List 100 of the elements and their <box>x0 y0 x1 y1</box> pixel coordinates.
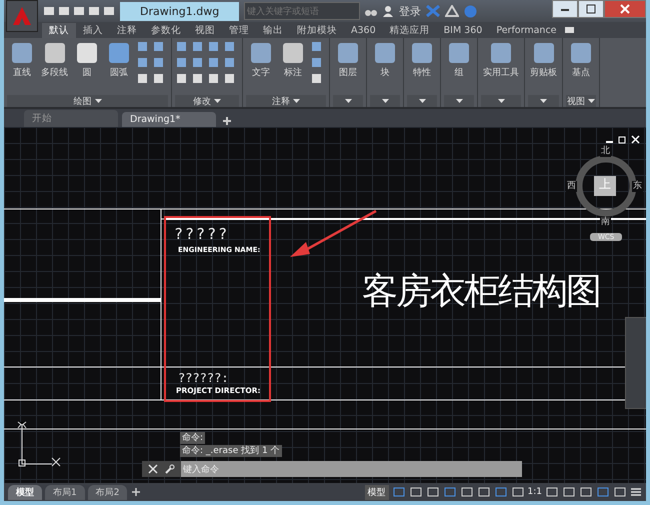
status-toggle-icon[interactable] <box>476 486 491 498</box>
status-toggle-icon[interactable] <box>579 486 593 498</box>
status-toggle-icon[interactable] <box>494 486 508 498</box>
toolbar-icon[interactable] <box>58 5 70 17</box>
close-button[interactable] <box>604 0 646 18</box>
new-tab-icon[interactable] <box>220 115 234 127</box>
ribbon-tab[interactable]: BIM 360 <box>436 24 490 36</box>
ribbon-tool-button[interactable]: 圆 <box>72 40 102 79</box>
tool-icon[interactable] <box>136 56 149 69</box>
ribbon-tab[interactable]: Performance <box>489 24 564 36</box>
ribbon-tool-button[interactable]: 文字 <box>246 40 276 79</box>
user-icon[interactable] <box>382 5 394 17</box>
ribbon-tab[interactable]: 注释 <box>110 22 144 38</box>
status-toggle-icon[interactable] <box>562 486 576 498</box>
ribbon-tab[interactable]: 默认 <box>42 22 76 38</box>
ribbon-tool-button[interactable]: 图层 <box>333 40 363 79</box>
panel-title-button[interactable] <box>407 95 437 107</box>
tool-icon[interactable] <box>310 56 323 69</box>
restore-icon[interactable] <box>618 135 627 144</box>
application-menu-button[interactable] <box>6 0 38 32</box>
status-toggle-icon[interactable] <box>596 486 610 498</box>
tool-icon[interactable] <box>152 72 165 85</box>
ribbon-tool-button[interactable]: 标注 <box>278 40 308 79</box>
compass-label[interactable]: 东 <box>632 181 643 192</box>
compass-label[interactable]: 南 <box>600 217 611 228</box>
status-toggle-icon[interactable] <box>426 486 440 498</box>
tool-icon[interactable] <box>223 56 236 69</box>
login-link[interactable]: 登录 <box>399 4 422 18</box>
tool-icon[interactable] <box>191 72 204 85</box>
ribbon-tab[interactable]: 视图 <box>188 22 222 38</box>
compass-label[interactable]: 北 <box>600 146 611 157</box>
ribbon-tool-button[interactable]: 圆弧 <box>104 40 134 79</box>
panel-title-button[interactable] <box>370 95 400 107</box>
toolbar-icon[interactable] <box>103 5 115 17</box>
ribbon-tool-button[interactable]: 基点 <box>566 40 596 79</box>
add-layout-icon[interactable] <box>130 486 142 498</box>
annotation-scale-button[interactable]: 1:1 <box>528 487 542 497</box>
tool-icon[interactable] <box>207 72 220 85</box>
tool-icon[interactable] <box>310 40 323 53</box>
ribbon-tool-button[interactable]: 直线 <box>7 40 37 79</box>
toolbar-icon[interactable] <box>73 5 85 17</box>
ribbon-tab[interactable]: A360 <box>344 24 383 36</box>
ribbon-tab[interactable]: 精选应用 <box>382 22 437 38</box>
layout-tab[interactable]: 模型 <box>8 484 42 500</box>
tool-icon[interactable] <box>191 56 204 69</box>
toolbar-icon[interactable] <box>88 5 100 17</box>
tool-icon[interactable] <box>223 40 236 53</box>
panel-title-button[interactable] <box>444 95 474 107</box>
status-toggle-icon[interactable] <box>442 486 457 498</box>
maximize-button[interactable] <box>578 0 604 18</box>
toolbar-icon[interactable] <box>43 5 55 17</box>
panel-title-button[interactable] <box>333 95 363 107</box>
menu-icon[interactable] <box>630 486 642 498</box>
status-toggle-icon[interactable] <box>510 486 525 498</box>
panel-title-button[interactable] <box>528 95 559 107</box>
status-toggle-icon[interactable] <box>613 486 627 498</box>
ribbon-tool-button[interactable]: 特性 <box>407 40 437 79</box>
tool-icon[interactable] <box>175 56 188 69</box>
panel-title-button[interactable]: 注释 <box>246 95 326 107</box>
close-icon[interactable] <box>148 464 158 474</box>
model-space-button[interactable]: 模型 <box>364 484 389 500</box>
tool-icon[interactable] <box>152 56 165 69</box>
ribbon-tab[interactable]: 插入 <box>76 22 110 38</box>
tool-icon[interactable] <box>152 40 165 53</box>
ribbon-tool-button[interactable]: 剪贴板 <box>528 40 559 79</box>
ribbon-tool-button[interactable]: 实用工具 <box>481 40 521 79</box>
ribbon-tab[interactable]: 附加模块 <box>290 22 344 38</box>
status-toggle-icon[interactable] <box>545 486 559 498</box>
ribbon-tool-button[interactable]: 多段线 <box>39 40 70 79</box>
panel-title-button[interactable] <box>481 95 521 107</box>
tool-icon[interactable] <box>175 72 188 85</box>
document-tab[interactable]: Drawing1* <box>122 112 216 127</box>
panel-title-button[interactable]: 绘图 <box>7 95 168 107</box>
status-toggle-icon[interactable] <box>392 486 406 498</box>
tool-icon[interactable] <box>136 40 149 53</box>
ribbon-tool-button[interactable]: 块 <box>370 40 400 79</box>
tool-icon[interactable] <box>207 56 220 69</box>
tool-icon[interactable] <box>223 72 236 85</box>
layout-tab[interactable]: 布局1 <box>45 484 85 500</box>
tool-icon[interactable] <box>191 40 204 53</box>
command-input[interactable]: 键入命令 <box>181 461 522 477</box>
tool-icon[interactable] <box>310 72 323 85</box>
compass-label[interactable]: 西 <box>566 181 577 192</box>
panel-title-button[interactable]: 视图 <box>566 95 596 107</box>
minimize-button[interactable] <box>552 0 578 18</box>
ribbon-tab[interactable]: 参数化 <box>144 22 188 38</box>
wrench-icon[interactable] <box>164 464 175 474</box>
ribbon-tab[interactable]: 管理 <box>222 22 256 38</box>
status-toggle-icon[interactable] <box>460 486 474 498</box>
layout-tab[interactable]: 布局2 <box>88 484 128 500</box>
triangle-icon[interactable] <box>445 5 460 17</box>
tool-icon[interactable] <box>175 40 188 53</box>
status-toggle-icon[interactable] <box>408 486 423 498</box>
ribbon-tab[interactable]: 输出 <box>256 22 290 38</box>
search-field[interactable]: 键入关键字或短语 <box>244 2 360 20</box>
panel-title-button[interactable]: 修改 <box>175 95 239 107</box>
tool-icon <box>568 40 594 66</box>
ribbon-tool-button[interactable]: 组 <box>444 40 474 79</box>
tool-icon[interactable] <box>136 72 149 85</box>
tool-icon[interactable] <box>207 40 220 53</box>
